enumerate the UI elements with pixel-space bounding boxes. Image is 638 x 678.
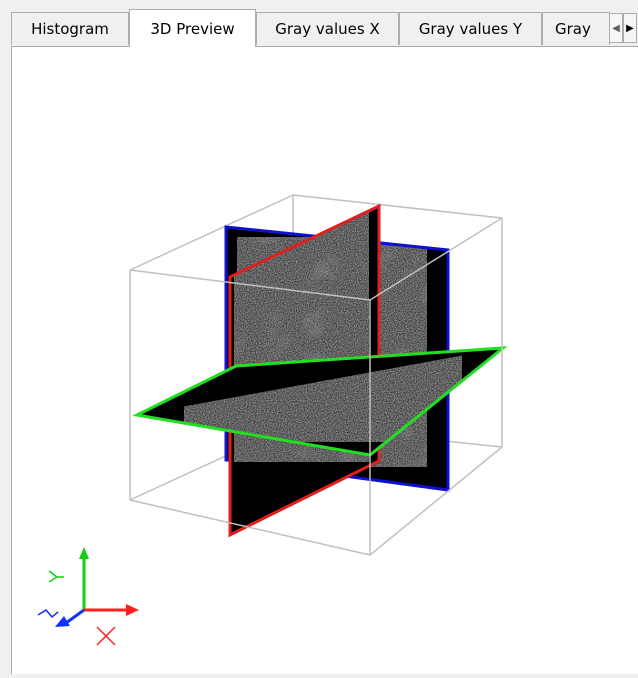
chevron-right-icon: ▶ xyxy=(626,22,634,34)
3d-scene[interactable] xyxy=(12,47,638,674)
axis-gizmo xyxy=(37,547,139,646)
tab-gray-values-y[interactable]: Gray values Y xyxy=(399,12,542,45)
tab-label: 3D Preview xyxy=(150,19,235,38)
tab-scroll-left-button[interactable]: ◀ xyxy=(609,13,623,43)
tab-label: Gray values Y xyxy=(418,20,523,38)
tab-3d-preview[interactable]: 3D Preview xyxy=(129,9,256,47)
tab-scroll-right-button[interactable]: ▶ xyxy=(623,13,637,43)
bounding-box-back xyxy=(129,194,503,501)
tab-bar: Histogram 3D Preview Gray values X Gray … xyxy=(0,0,638,47)
tab-gray-values-x[interactable]: Gray values X xyxy=(256,12,399,45)
bounding-box-front xyxy=(129,217,503,556)
preview-panel xyxy=(11,46,638,674)
y-plane-slice xyxy=(132,346,508,457)
x-plane-slice xyxy=(228,203,381,538)
3d-viewport[interactable] xyxy=(12,47,638,674)
tab-label: Histogram xyxy=(31,20,109,38)
tab-histogram[interactable]: Histogram xyxy=(11,12,129,45)
tab-label: Gray values X xyxy=(275,20,380,38)
chevron-left-icon: ◀ xyxy=(612,22,620,34)
z-plane-slice xyxy=(224,225,450,492)
tab-gray-clipped[interactable]: Gray xyxy=(542,12,610,45)
tab-label: Gray xyxy=(555,20,591,38)
